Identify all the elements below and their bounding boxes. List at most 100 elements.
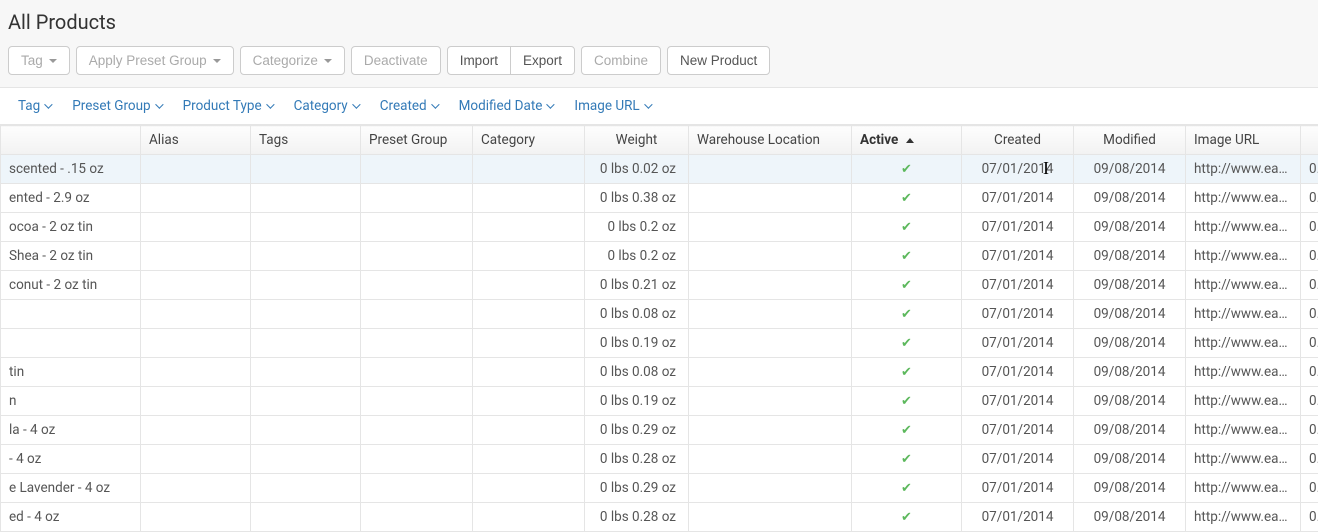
filter-product-type-label: Product Type [183,98,262,114]
filter-modified-date-label: Modified Date [459,98,543,114]
table-row[interactable]: Shea - 2 oz tin0 lbs 0.2 oz✔07/01/201409… [1,242,1318,271]
table-cell [141,445,251,474]
table-cell: 07/01/2014 [962,242,1074,271]
filter-product-type[interactable]: Product Type [183,98,272,114]
table-cell: 0 [1301,242,1318,271]
table-cell [1,300,141,329]
filter-preset-group[interactable]: Preset Group [72,98,160,114]
table-cell: 07/01/2014 [962,300,1074,329]
filter-image-url[interactable]: Image URL [574,98,649,114]
table-cell [251,358,361,387]
col-header-name[interactable] [1,126,141,155]
table-cell: 09/08/2014 [1074,387,1186,416]
new-product-label: New Product [680,53,757,68]
table-cell: 09/08/2014 [1074,503,1186,532]
table-cell [689,358,852,387]
table-cell: 09/08/2014 [1074,271,1186,300]
apply-preset-group-button[interactable]: Apply Preset Group [76,46,234,75]
table-cell: http://www.eart... [1186,445,1301,474]
table-row[interactable]: n0 lbs 0.19 oz✔07/01/201409/08/2014http:… [1,387,1318,416]
table-row[interactable]: e Lavender - 4 oz0 lbs 0.29 oz✔07/01/201… [1,474,1318,503]
table-cell: 09/08/2014 [1074,445,1186,474]
table-cell: 09/08/2014 [1074,358,1186,387]
tag-button[interactable]: Tag [8,46,70,75]
check-icon: ✔ [901,365,912,380]
apply-preset-group-label: Apply Preset Group [89,53,207,68]
col-header-tags[interactable]: Tags [251,126,361,155]
table-cell [141,213,251,242]
table-row[interactable]: ed - 4 oz0 lbs 0.28 oz✔07/01/201409/08/2… [1,503,1318,532]
table-cell: 09/08/2014 [1074,155,1186,184]
table-cell [689,387,852,416]
table-cell: 07/01/2014 [962,271,1074,300]
chevron-down-icon [352,100,360,108]
table-cell: 0 lbs 0.38 oz [585,184,689,213]
table-cell [361,329,473,358]
table-cell: 07/01/2014 [962,416,1074,445]
table-cell: 0 [1301,358,1318,387]
table-cell [473,358,585,387]
combine-button[interactable]: Combine [581,46,661,75]
table-cell: http://www.eart... [1186,213,1301,242]
table-cell [251,474,361,503]
table-cell: 07/01/2014 [962,387,1074,416]
table-cell [251,387,361,416]
col-header-warehouse[interactable]: Warehouse Location [689,126,852,155]
table-cell: ✔ [852,213,962,242]
table-cell [689,184,852,213]
table-row[interactable]: ented - 2.9 oz0 lbs 0.38 oz✔07/01/201409… [1,184,1318,213]
col-header-created[interactable]: Created [962,126,1074,155]
col-header-category[interactable]: Category [473,126,585,155]
table-row[interactable]: - 4 oz0 lbs 0.28 oz✔07/01/201409/08/2014… [1,445,1318,474]
table-cell: 0 lbs 0.2 oz [585,213,689,242]
table-row[interactable]: scented - .15 oz0 lbs 0.02 oz✔07/01/2014… [1,155,1318,184]
export-button[interactable]: Export [510,46,575,75]
table-cell: ed - 4 oz [1,503,141,532]
col-header-weight[interactable]: Weight [585,126,689,155]
table-cell [251,271,361,300]
table-cell [473,242,585,271]
import-button[interactable]: Import [447,46,511,75]
table-cell [361,503,473,532]
table-row[interactable]: 0 lbs 0.19 oz✔07/01/201409/08/2014http:/… [1,329,1318,358]
table-cell [251,300,361,329]
filter-created[interactable]: Created [380,98,437,114]
table-cell: 0 lbs 0.2 oz [585,242,689,271]
table-row[interactable]: tin0 lbs 0.08 oz✔07/01/201409/08/2014htt… [1,358,1318,387]
new-product-button[interactable]: New Product [667,46,770,75]
table-row[interactable]: la - 4 oz0 lbs 0.29 oz✔07/01/201409/08/2… [1,416,1318,445]
table-cell [473,387,585,416]
col-header-alias[interactable]: Alias [141,126,251,155]
check-icon: ✔ [901,249,912,264]
col-header-image-url[interactable]: Image URL [1186,126,1301,155]
table-cell: Shea - 2 oz tin [1,242,141,271]
table-cell: 07/01/2014 [962,213,1074,242]
filter-modified-date[interactable]: Modified Date [459,98,553,114]
products-table: Alias Tags Preset Group Category Weight … [0,125,1318,532]
categorize-button[interactable]: Categorize [240,46,345,75]
table-cell [361,358,473,387]
chevron-down-icon [44,100,52,108]
table-cell [473,329,585,358]
table-cell [689,474,852,503]
col-header-active[interactable]: Active [852,126,962,155]
filter-tag[interactable]: Tag [18,98,50,114]
table-cell: 07/01/2014 [962,445,1074,474]
table-row[interactable]: ocoa - 2 oz tin0 lbs 0.2 oz✔07/01/201409… [1,213,1318,242]
chevron-down-icon [644,100,652,108]
table-cell [361,445,473,474]
table-cell: 0 [1301,474,1318,503]
table-cell [473,503,585,532]
col-header-extra[interactable] [1301,126,1318,155]
table-cell: http://www.eart... [1186,416,1301,445]
table-cell [141,387,251,416]
deactivate-button[interactable]: Deactivate [351,46,441,75]
filter-category[interactable]: Category [294,98,358,114]
col-header-modified[interactable]: Modified [1074,126,1186,155]
table-cell: 0 lbs 0.29 oz [585,474,689,503]
page-title: All Products [8,10,1310,34]
table-cell: 0 [1301,271,1318,300]
table-row[interactable]: 0 lbs 0.08 oz✔07/01/201409/08/2014http:/… [1,300,1318,329]
table-row[interactable]: conut - 2 oz tin0 lbs 0.21 oz✔07/01/2014… [1,271,1318,300]
col-header-preset-group[interactable]: Preset Group [361,126,473,155]
